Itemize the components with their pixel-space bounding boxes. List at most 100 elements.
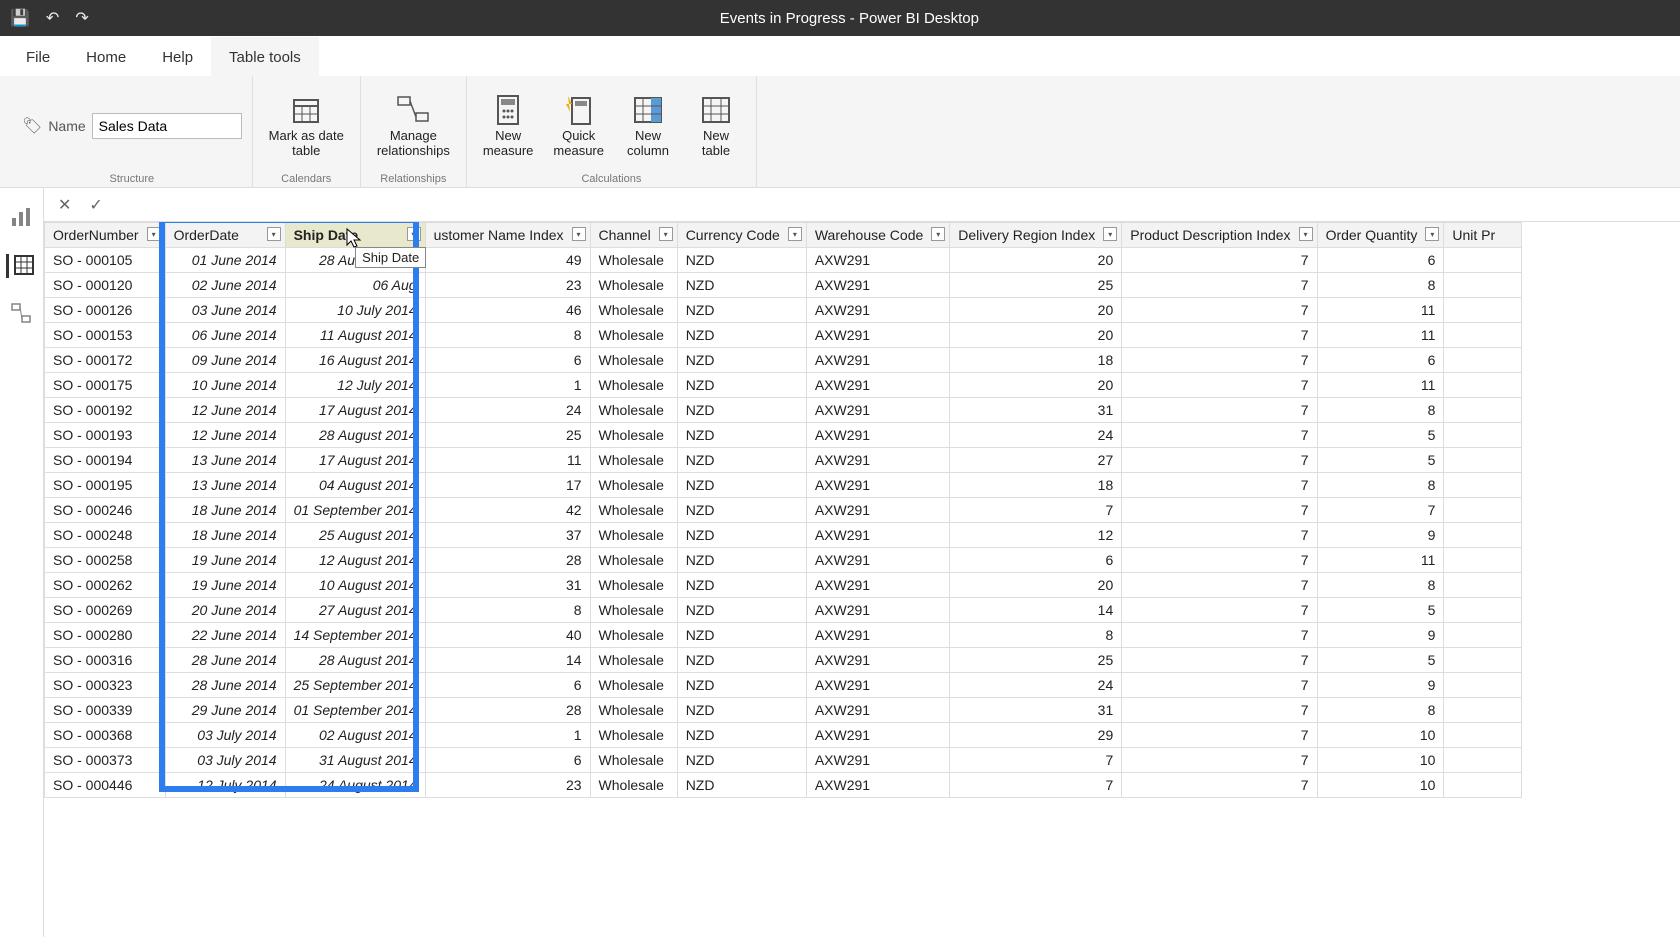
table-cell[interactable]: Wholesale — [590, 273, 677, 298]
table-cell[interactable]: Wholesale — [590, 598, 677, 623]
table-cell[interactable]: 49 — [425, 248, 590, 273]
table-cell[interactable]: 8 — [950, 623, 1122, 648]
table-cell[interactable] — [1444, 748, 1522, 773]
undo-icon[interactable]: ↶ — [46, 8, 59, 28]
filter-dropdown-icon[interactable]: ▾ — [788, 227, 802, 241]
table-cell[interactable]: Wholesale — [590, 473, 677, 498]
table-cell[interactable]: 8 — [425, 598, 590, 623]
table-row[interactable]: SO - 00012603 June 201410 July 201446Who… — [45, 298, 1522, 323]
table-cell[interactable]: AXW291 — [806, 423, 949, 448]
table-cell[interactable]: 29 — [950, 723, 1122, 748]
table-cell[interactable]: 8 — [425, 323, 590, 348]
table-cell[interactable]: 13 June 2014 — [165, 473, 285, 498]
table-cell[interactable]: 7 — [1122, 523, 1317, 548]
table-cell[interactable]: SO - 000280 — [45, 623, 166, 648]
table-cell[interactable]: 17 August 2014 — [285, 398, 425, 423]
table-cell[interactable]: 8 — [1317, 398, 1444, 423]
table-row[interactable]: SO - 00044612 July 201424 August 201423W… — [45, 773, 1522, 798]
table-cell[interactable]: 11 — [1317, 548, 1444, 573]
table-cell[interactable]: NZD — [677, 773, 806, 798]
table-cell[interactable]: 11 — [1317, 373, 1444, 398]
filter-dropdown-icon[interactable]: ▾ — [147, 227, 161, 241]
table-cell[interactable]: 7 — [1122, 623, 1317, 648]
table-cell[interactable]: 06 June 2014 — [165, 323, 285, 348]
table-cell[interactable]: Wholesale — [590, 348, 677, 373]
table-cell[interactable]: AXW291 — [806, 298, 949, 323]
new-measure-button[interactable]: New measure — [477, 89, 540, 163]
table-cell[interactable] — [1444, 573, 1522, 598]
table-cell[interactable]: 9 — [1317, 673, 1444, 698]
table-cell[interactable]: Wholesale — [590, 623, 677, 648]
table-cell[interactable]: 28 August 2014 — [285, 423, 425, 448]
table-cell[interactable]: AXW291 — [806, 773, 949, 798]
table-cell[interactable]: 20 — [950, 373, 1122, 398]
table-cell[interactable]: 8 — [1317, 473, 1444, 498]
table-cell[interactable]: NZD — [677, 423, 806, 448]
table-cell[interactable]: 31 — [950, 698, 1122, 723]
table-cell[interactable]: 11 — [1317, 323, 1444, 348]
table-cell[interactable]: 7 — [1122, 248, 1317, 273]
table-cell[interactable]: 20 — [950, 248, 1122, 273]
table-cell[interactable]: 18 — [950, 348, 1122, 373]
table-cell[interactable]: 24 — [425, 398, 590, 423]
table-cell[interactable]: 7 — [1122, 348, 1317, 373]
table-cell[interactable]: 28 June 2014 — [165, 648, 285, 673]
table-cell[interactable]: SO - 000316 — [45, 648, 166, 673]
mark-as-date-table-button[interactable]: Mark as date table — [263, 89, 350, 163]
table-cell[interactable] — [1444, 398, 1522, 423]
table-row[interactable]: SO - 00024618 June 201401 September 2014… — [45, 498, 1522, 523]
tab-table-tools[interactable]: Table tools — [211, 37, 319, 76]
table-cell[interactable]: Wholesale — [590, 373, 677, 398]
table-cell[interactable]: SO - 000172 — [45, 348, 166, 373]
table-cell[interactable]: 31 — [425, 573, 590, 598]
table-cell[interactable]: 10 July 2014 — [285, 298, 425, 323]
table-row[interactable]: SO - 00036803 July 201402 August 20141Wh… — [45, 723, 1522, 748]
table-cell[interactable]: NZD — [677, 373, 806, 398]
table-cell[interactable]: 27 August 2014 — [285, 598, 425, 623]
table-cell[interactable]: NZD — [677, 448, 806, 473]
table-cell[interactable]: 10 June 2014 — [165, 373, 285, 398]
table-cell[interactable]: Wholesale — [590, 773, 677, 798]
table-cell[interactable]: NZD — [677, 473, 806, 498]
table-cell[interactable] — [1444, 448, 1522, 473]
table-cell[interactable]: 12 June 2014 — [165, 398, 285, 423]
table-cell[interactable]: 28 June 2014 — [165, 673, 285, 698]
table-cell[interactable]: 17 August 2014 — [285, 448, 425, 473]
table-cell[interactable]: AXW291 — [806, 273, 949, 298]
table-cell[interactable]: 1 — [425, 723, 590, 748]
table-cell[interactable]: 7 — [1122, 748, 1317, 773]
table-cell[interactable]: AXW291 — [806, 323, 949, 348]
table-cell[interactable]: 7 — [1122, 673, 1317, 698]
table-row[interactable]: SO - 00026219 June 201410 August 201431W… — [45, 573, 1522, 598]
table-cell[interactable]: 04 August 2014 — [285, 473, 425, 498]
table-row[interactable]: SO - 00017510 June 201412 July 20141Whol… — [45, 373, 1522, 398]
table-cell[interactable]: 11 — [1317, 298, 1444, 323]
table-cell[interactable]: 7 — [1122, 598, 1317, 623]
table-row[interactable]: SO - 00033929 June 201401 September 2014… — [45, 698, 1522, 723]
table-cell[interactable]: NZD — [677, 648, 806, 673]
table-cell[interactable]: 12 August 2014 — [285, 548, 425, 573]
table-cell[interactable]: 20 — [950, 573, 1122, 598]
table-row[interactable]: SO - 00012002 June 201406 Aug23Wholesale… — [45, 273, 1522, 298]
table-cell[interactable]: 12 July 2014 — [285, 373, 425, 398]
table-cell[interactable]: 9 — [1317, 623, 1444, 648]
table-cell[interactable]: 8 — [1317, 698, 1444, 723]
table-cell[interactable]: NZD — [677, 598, 806, 623]
table-cell[interactable]: 6 — [950, 548, 1122, 573]
table-cell[interactable]: 10 August 2014 — [285, 573, 425, 598]
table-cell[interactable]: 7 — [1122, 398, 1317, 423]
table-cell[interactable]: 25 September 2014 — [285, 673, 425, 698]
table-row[interactable]: SO - 00019312 June 201428 August 201425W… — [45, 423, 1522, 448]
table-cell[interactable]: 17 — [425, 473, 590, 498]
table-cell[interactable] — [1444, 423, 1522, 448]
table-cell[interactable]: AXW291 — [806, 573, 949, 598]
table-cell[interactable]: SO - 000120 — [45, 273, 166, 298]
table-cell[interactable]: NZD — [677, 523, 806, 548]
table-cell[interactable] — [1444, 548, 1522, 573]
table-row[interactable]: SO - 00015306 June 201411 August 20148Wh… — [45, 323, 1522, 348]
table-cell[interactable] — [1444, 473, 1522, 498]
table-cell[interactable]: 7 — [1122, 698, 1317, 723]
table-cell[interactable]: AXW291 — [806, 398, 949, 423]
table-cell[interactable]: 7 — [1122, 323, 1317, 348]
table-cell[interactable]: 24 August 2014 — [285, 773, 425, 798]
